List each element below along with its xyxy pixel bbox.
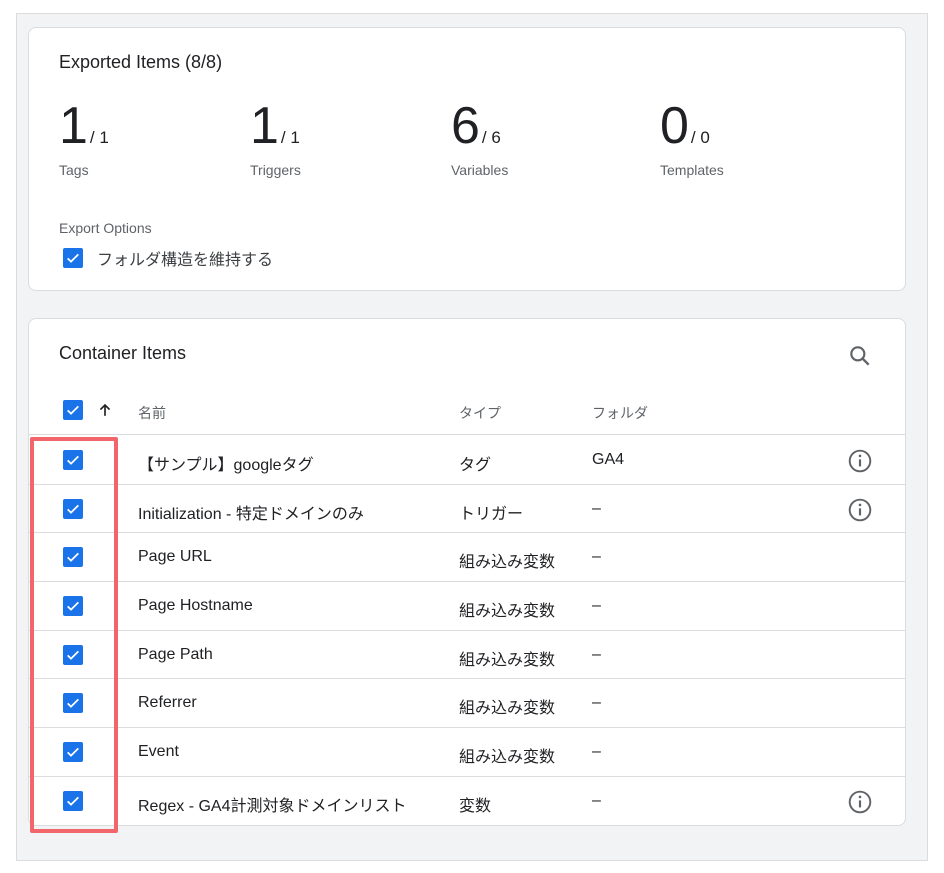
container-items-list: 【サンプル】googleタグ タグ GA4 Initialization - 特定ドメ…: [29, 436, 905, 826]
row-folder: –: [592, 548, 601, 566]
row-name: Page URL: [138, 548, 212, 566]
stat-templates-value: 0: [660, 97, 689, 155]
table-row[interactable]: Page Path 組み込み変数 –: [29, 631, 905, 680]
stat-tags-label: Tags: [59, 162, 89, 178]
keep-folder-structure-option: フォルダ構造を維持する: [63, 246, 273, 270]
arrow-up-icon[interactable]: [95, 400, 115, 420]
table-row[interactable]: Page URL 組み込み変数 –: [29, 533, 905, 583]
stat-templates-total: / 0: [690, 128, 710, 147]
row-type: タグ: [459, 457, 492, 474]
row-type: 変数: [459, 797, 492, 815]
stat-tags-value: 1: [59, 97, 88, 155]
row-name: Regex - GA4計測対象ドメインリスト: [138, 797, 407, 815]
stat-templates-label: Templates: [660, 162, 724, 178]
check-icon: [67, 747, 79, 758]
stat-triggers-value: 1: [250, 97, 279, 155]
row-checkbox[interactable]: [63, 693, 83, 714]
row-name: Initialization - 特定ドメインのみ: [138, 505, 364, 523]
row-checkbox[interactable]: [63, 547, 83, 568]
column-header-type[interactable]: タイプ: [459, 403, 501, 423]
row-name: Event: [138, 743, 179, 761]
stat-triggers: 1/ 1 Triggers: [250, 97, 301, 178]
check-icon: [67, 699, 79, 709]
check-icon: [67, 405, 79, 415]
row-checkbox[interactable]: [63, 644, 83, 665]
table-row[interactable]: Event 組み込み変数 –: [29, 728, 905, 777]
row-checkbox[interactable]: [63, 790, 83, 811]
stat-tags-total: / 1: [89, 128, 109, 147]
info-icon[interactable]: [847, 497, 873, 523]
stat-tags: 1/ 1 Tags: [59, 97, 109, 178]
row-type: 組み込み変数: [459, 554, 556, 572]
check-icon: [67, 650, 79, 660]
export-options-label: Export Options: [59, 220, 152, 236]
keep-folder-structure-label: フォルダ構造を維持する: [97, 252, 274, 269]
stat-variables-label: Variables: [451, 162, 509, 178]
row-folder: –: [592, 645, 601, 663]
search-icon[interactable]: [847, 343, 873, 369]
row-folder: –: [592, 743, 601, 761]
row-checkbox[interactable]: [63, 742, 83, 763]
column-header-name[interactable]: 名前: [138, 403, 166, 423]
exported-items-title: Exported Items (8/8): [59, 52, 223, 72]
table-row[interactable]: Referrer 組み込み変数 –: [29, 679, 905, 729]
row-folder: –: [592, 499, 601, 517]
stat-variables-value: 6: [451, 97, 480, 155]
table-row[interactable]: 【サンプル】googleタグ タグ GA4: [29, 436, 905, 485]
row-checkbox[interactable]: [63, 498, 83, 519]
check-icon: [67, 796, 79, 806]
row-folder: GA4: [592, 451, 625, 468]
exported-items-card: Exported Items (8/8) 1/ 1 Tags 1/ 1 Trig…: [28, 27, 906, 291]
table-row[interactable]: Initialization - 特定ドメインのみ トリガー –: [29, 485, 905, 534]
container-items-card: Container Items 名前 タイプ フォルダ 【サンプル】google…: [28, 318, 906, 826]
stat-triggers-total: / 1: [280, 128, 300, 147]
row-name: Page Hostname: [138, 597, 253, 615]
row-name: Referrer: [138, 694, 197, 712]
info-icon[interactable]: [847, 789, 873, 815]
check-icon: [67, 253, 79, 263]
row-folder: –: [592, 597, 601, 615]
row-name: 【サンプル】googleタグ: [138, 457, 314, 474]
row-type: 組み込み変数: [459, 749, 556, 767]
row-type: 組み込み変数: [459, 700, 556, 718]
check-icon: [67, 455, 79, 465]
info-icon[interactable]: [847, 448, 873, 474]
keep-folder-structure-checkbox[interactable]: [63, 248, 83, 268]
row-folder: –: [592, 694, 601, 712]
row-type: 組み込み変数: [459, 603, 556, 621]
row-checkbox[interactable]: [63, 450, 83, 470]
row-type: 組み込み変数: [459, 651, 556, 669]
check-icon: [67, 553, 79, 563]
row-type: トリガー: [459, 505, 524, 523]
row-folder: –: [592, 791, 601, 809]
table-row[interactable]: Regex - GA4計測対象ドメインリスト 変数 –: [29, 777, 905, 826]
stat-templates: 0/ 0 Templates: [660, 97, 724, 178]
column-header-folder[interactable]: フォルダ: [592, 403, 648, 423]
stat-triggers-label: Triggers: [250, 162, 301, 178]
select-all-checkbox[interactable]: [63, 400, 83, 420]
table-header: 名前 タイプ フォルダ: [29, 387, 905, 435]
container-items-title: Container Items: [59, 343, 187, 363]
stat-variables: 6/ 6 Variables: [451, 97, 508, 178]
stat-variables-total: / 6: [481, 128, 501, 147]
table-row[interactable]: Page Hostname 組み込み変数 –: [29, 582, 905, 631]
check-icon: [67, 601, 79, 611]
check-icon: [67, 504, 79, 514]
row-name: Page Path: [138, 645, 213, 663]
row-checkbox[interactable]: [63, 596, 83, 617]
